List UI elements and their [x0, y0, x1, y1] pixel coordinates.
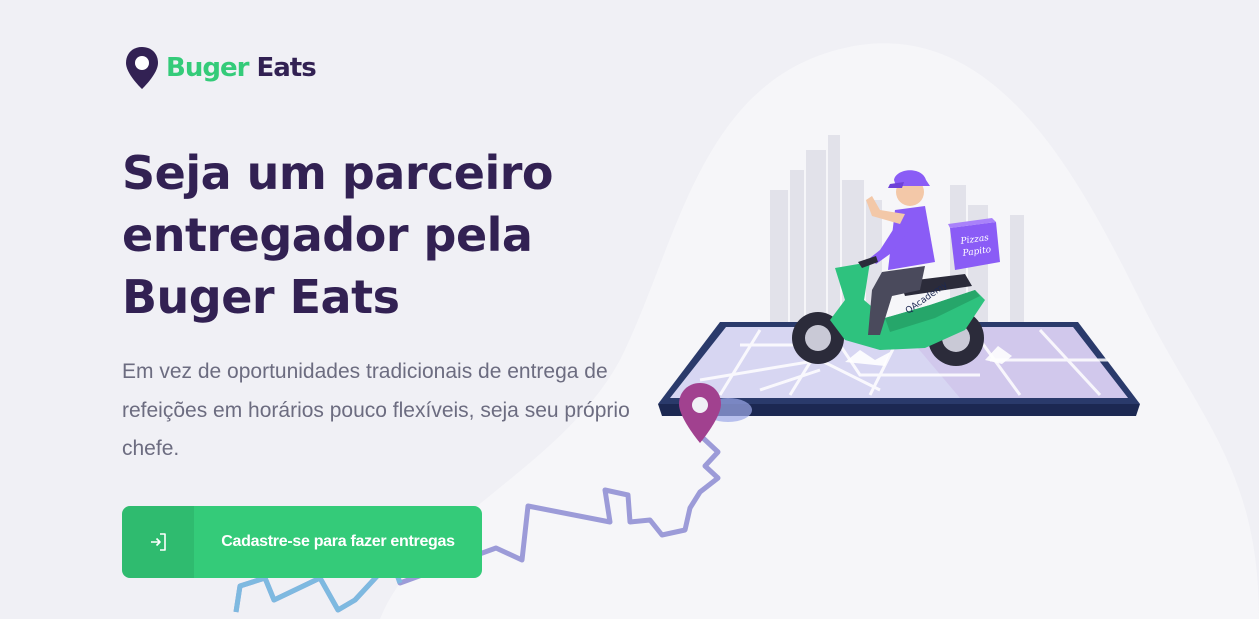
brand-name-part1: Buger: [166, 53, 249, 83]
brand-name: Buger Eats: [166, 53, 317, 83]
hero-title-line3: Buger Eats: [122, 270, 400, 324]
hero-title: Seja um parceiro entregador pela Buger E…: [122, 142, 642, 328]
map-pin-icon: [126, 47, 158, 89]
brand-logo[interactable]: Buger Eats: [124, 46, 317, 90]
brand-name-part2: Eats: [256, 53, 316, 83]
signup-cta-label: Cadastre-se para fazer entregas: [221, 533, 455, 550]
signup-cta-button[interactable]: Cadastre-se para fazer entregas: [122, 506, 482, 578]
hero-description: Em vez de oportunidades tradicionais de …: [122, 360, 630, 460]
sign-in-icon: [151, 533, 166, 551]
cta-icon-box: [122, 506, 194, 578]
hero-title-line2: entregador pela: [122, 208, 533, 262]
landing-page: Buger Eats Seja um parceiro entregador p…: [0, 0, 1259, 619]
hero-title-line1: Seja um parceiro: [122, 146, 554, 200]
